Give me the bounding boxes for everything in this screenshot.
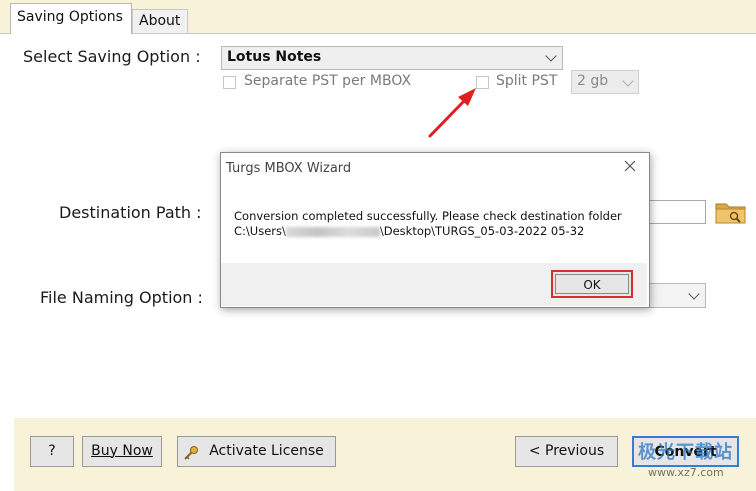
dialog-path-suffix: \Desktop\TURGS_05-03-2022 05-32: [379, 224, 585, 238]
help-button[interactable]: ?: [30, 436, 74, 467]
saving-option-select[interactable]: Lotus Notes: [221, 46, 563, 70]
tab-saving-options[interactable]: Saving Options: [10, 3, 132, 34]
activate-license-label: Activate License: [209, 443, 324, 459]
chevron-down-icon: [688, 288, 700, 300]
key-icon: [183, 443, 199, 460]
browse-folder-icon[interactable]: [714, 199, 748, 225]
split-size-select[interactable]: 2 gb: [571, 70, 639, 94]
close-icon[interactable]: [621, 157, 639, 175]
dialog-path: C:\Users\ \Desktop\TURGS_05-03-2022 05-32: [234, 224, 584, 238]
destination-path-label: Destination Path :: [59, 203, 202, 222]
tab-about[interactable]: About: [132, 9, 188, 33]
completion-dialog: Turgs MBOX Wizard Conversion completed s…: [220, 152, 650, 308]
dialog-title: Turgs MBOX Wizard: [226, 161, 352, 176]
dialog-path-prefix: C:\Users\: [234, 224, 286, 238]
redacted-username: [285, 226, 380, 237]
buy-now-button[interactable]: Buy Now: [82, 436, 162, 467]
chevron-down-icon: [622, 75, 634, 87]
dialog-message: Conversion completed successfully. Pleas…: [234, 209, 622, 223]
ok-button[interactable]: OK: [551, 270, 633, 298]
ok-button-label: OK: [555, 274, 629, 294]
tab-bar: Saving Options About: [0, 0, 756, 34]
saving-option-label: Select Saving Option :: [23, 47, 201, 66]
split-size-value: 2 gb: [577, 73, 609, 89]
file-naming-label: File Naming Option :: [40, 288, 203, 307]
separate-pst-checkbox[interactable]: [223, 76, 236, 89]
activate-license-button[interactable]: Activate License: [177, 436, 336, 467]
saving-option-value: Lotus Notes: [227, 49, 322, 65]
separate-pst-label: Separate PST per MBOX: [244, 73, 412, 89]
dialog-button-area: OK: [221, 263, 647, 306]
chevron-down-icon: [545, 50, 557, 62]
watermark-url: www.xz7.com: [648, 466, 724, 479]
watermark: 极光下载站 www.xz7.com: [634, 436, 744, 484]
watermark-title: 极光下载站: [638, 442, 733, 463]
previous-button[interactable]: < Previous: [515, 436, 618, 467]
split-pst-label: Split PST: [496, 73, 558, 89]
split-pst-checkbox[interactable]: [476, 76, 489, 89]
